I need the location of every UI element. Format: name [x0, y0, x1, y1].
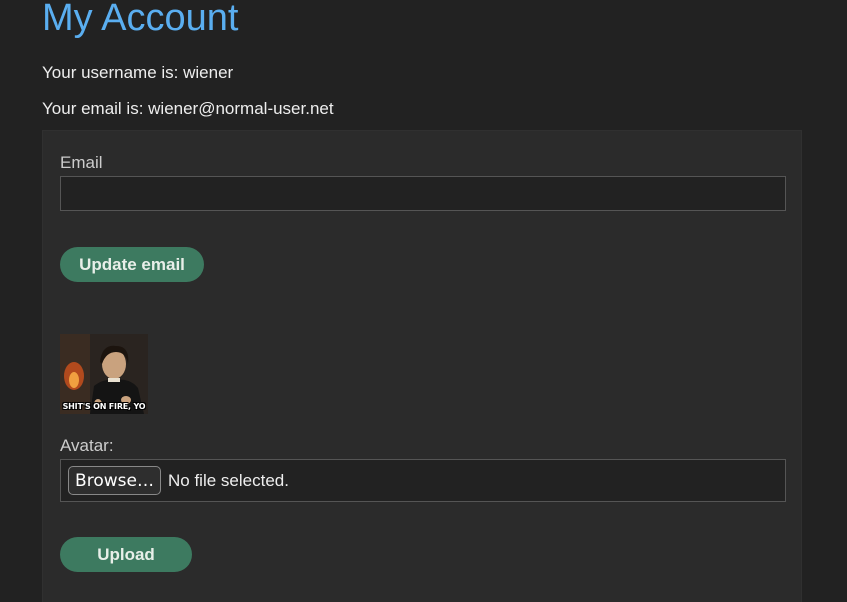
upload-button[interactable]: Upload: [60, 537, 192, 572]
account-panel: Email Update email SHIT'S ON FIRE, YO Av…: [42, 130, 802, 602]
avatar-caption: SHIT'S ON FIRE, YO: [62, 402, 146, 411]
email-label: Email: [60, 153, 103, 172]
avatar-label: Avatar:: [60, 436, 114, 455]
email-text: Your email is: wiener@normal-user.net: [42, 99, 334, 118]
username-text: Your username is: wiener: [42, 63, 234, 82]
file-status-text: No file selected.: [168, 471, 289, 490]
avatar-image: SHIT'S ON FIRE, YO: [60, 334, 148, 414]
avatar-file-input[interactable]: Browse… No file selected.: [60, 459, 786, 502]
email-input[interactable]: [60, 176, 786, 211]
account-page: My Account Your username is: wiener Your…: [0, 0, 847, 602]
browse-button[interactable]: Browse…: [68, 466, 161, 495]
update-email-button[interactable]: Update email: [60, 247, 204, 282]
page-title: My Account: [42, 0, 239, 39]
